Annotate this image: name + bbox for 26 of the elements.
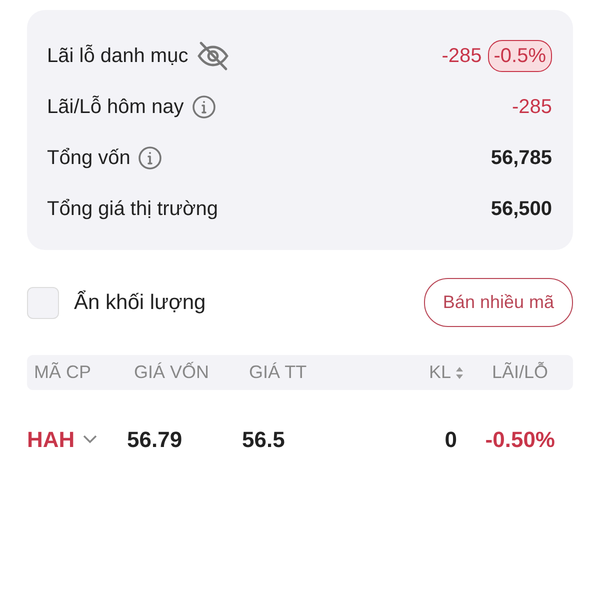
table-cell: 0 <box>444 427 457 452</box>
column-header: GIÁ VỐN <box>134 362 210 382</box>
summary-value: -285 <box>512 94 552 120</box>
summary-label: Lãi/Lỗ hôm nay <box>47 94 184 120</box>
summary-label: Tổng vốn <box>47 146 130 170</box>
summary-value: 56,785 <box>490 146 552 170</box>
summary-label: Lãi lỗ danh mục <box>47 44 188 68</box>
info-icon[interactable] <box>138 146 162 170</box>
summary-value: -285 <box>442 44 482 68</box>
table-cell: -0.50% <box>485 427 555 452</box>
column-header: MÃ CP <box>34 362 92 382</box>
sort-icon[interactable] <box>455 366 464 380</box>
column-header: KL <box>428 362 451 382</box>
percent-badge: -0.5% <box>488 40 552 72</box>
summary-value: 56,500 <box>490 196 552 222</box>
table-cell: 56.79 <box>127 427 182 452</box>
sell-multiple-button[interactable]: Bán nhiều mã <box>424 278 573 327</box>
summary-label: Tổng giá thị trường <box>47 196 218 222</box>
checkbox-label: Ẩn khối lượng <box>74 289 206 316</box>
stock-symbol[interactable]: HAH <box>27 423 75 456</box>
table-cell: 56.5 <box>242 427 285 452</box>
column-header: GIÁ TT <box>249 362 307 382</box>
info-icon[interactable] <box>192 94 216 118</box>
expand-icon[interactable] <box>82 435 97 444</box>
column-header: LÃI/LỖ <box>492 362 548 382</box>
checkbox[interactable] <box>27 286 59 318</box>
